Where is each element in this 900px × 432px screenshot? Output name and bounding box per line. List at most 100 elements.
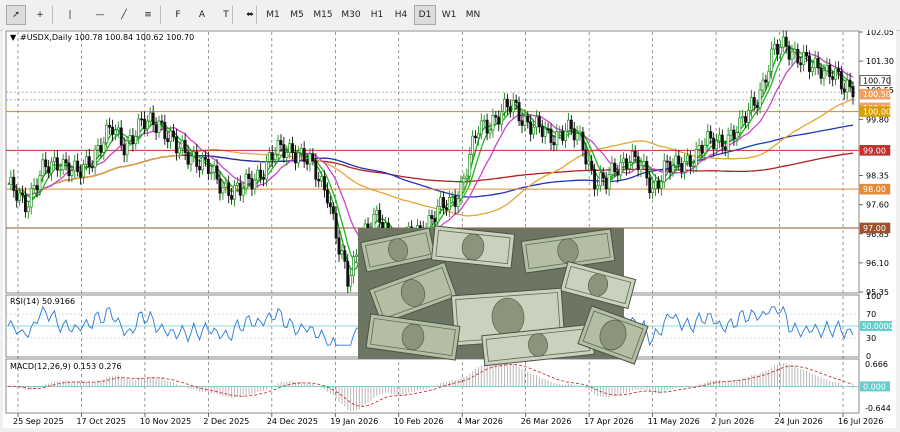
candle-body bbox=[741, 116, 745, 119]
timeframe-m1[interactable]: M1 bbox=[262, 5, 284, 25]
timeframe-h4[interactable]: H4 bbox=[390, 5, 412, 25]
candle-body bbox=[244, 173, 248, 190]
candle-body bbox=[198, 166, 202, 171]
candle-body bbox=[55, 157, 59, 171]
candle-body bbox=[549, 128, 553, 143]
candle-body bbox=[715, 140, 718, 150]
candle-body bbox=[21, 192, 24, 196]
equidistant-channel-icon[interactable]: ≡ bbox=[138, 5, 158, 25]
date-label: 10 Feb 2026 bbox=[394, 417, 444, 426]
candle-body bbox=[259, 169, 263, 179]
timeframe-m5[interactable]: M5 bbox=[286, 5, 308, 25]
date-label: 17 Oct 2025 bbox=[76, 417, 125, 426]
candle-body bbox=[834, 68, 838, 80]
candle-body bbox=[302, 148, 306, 162]
candle-body bbox=[189, 155, 193, 165]
candle-body bbox=[247, 173, 251, 179]
candle-body bbox=[738, 117, 742, 134]
candle-body bbox=[70, 170, 74, 177]
timeframe-d1[interactable]: D1 bbox=[414, 5, 436, 25]
candle-body bbox=[140, 118, 144, 121]
candle-body bbox=[677, 155, 681, 164]
candle-body bbox=[334, 213, 338, 239]
candle-body bbox=[508, 106, 512, 113]
chart-header: #USDX,Daily 100.78 100.84 100.62 100.70 bbox=[20, 33, 194, 42]
date-label: 25 Sep 2025 bbox=[13, 417, 64, 426]
candle-body bbox=[729, 129, 733, 136]
rsi-tick-label: 30 bbox=[866, 334, 876, 343]
candle-body bbox=[767, 71, 771, 83]
svg-text:100.70: 100.70 bbox=[863, 76, 891, 85]
crosshair-icon[interactable]: + bbox=[30, 5, 50, 25]
price-tick-label: 101.30 bbox=[866, 57, 894, 66]
candle-body bbox=[764, 79, 768, 83]
candle-body bbox=[822, 70, 826, 79]
candle-body bbox=[38, 175, 42, 191]
candle-body bbox=[616, 171, 620, 176]
svg-text:98.00: 98.00 bbox=[863, 185, 886, 194]
fibonacci-icon[interactable]: F bbox=[168, 5, 188, 25]
candle-body bbox=[529, 121, 533, 135]
candle-body bbox=[656, 180, 660, 189]
timeframe-m30[interactable]: M30 bbox=[338, 5, 364, 25]
candle-body bbox=[747, 109, 750, 123]
timeframe-w1[interactable]: W1 bbox=[438, 5, 460, 25]
rsi-title: RSI(14) 50.9166 bbox=[10, 297, 75, 306]
price-tick-label: 98.35 bbox=[866, 172, 889, 181]
candle-body bbox=[67, 162, 71, 177]
text-icon[interactable]: A bbox=[192, 5, 212, 25]
trendline-icon[interactable]: ╱ bbox=[114, 5, 134, 25]
price-chart[interactable]: ▼ #USDX,Daily 100.78 100.84 100.62 100.7… bbox=[3, 28, 896, 428]
candle-body bbox=[337, 237, 341, 255]
timeframe-mn[interactable]: MN bbox=[462, 5, 484, 25]
candle-body bbox=[215, 165, 219, 180]
macd-title: MACD(12,26,9) 0.153 0.276 bbox=[10, 362, 122, 371]
candle-body bbox=[816, 58, 820, 69]
candle-body bbox=[543, 128, 547, 137]
candle-body bbox=[267, 152, 271, 162]
timeframe-h1[interactable]: H1 bbox=[366, 5, 388, 25]
candle-body bbox=[235, 182, 239, 186]
level-tag-99-00: 99.00 bbox=[859, 145, 891, 156]
rsi-tick-label: 70 bbox=[866, 310, 876, 319]
cursor-icon[interactable]: ➚ bbox=[6, 5, 26, 25]
candle-body bbox=[157, 120, 161, 133]
candle-body bbox=[35, 185, 39, 191]
text-label-icon[interactable]: T bbox=[216, 5, 236, 25]
candle-body bbox=[770, 48, 774, 72]
candle-body bbox=[517, 102, 521, 122]
candle-body bbox=[314, 160, 318, 180]
chart-area[interactable]: ▼ #USDX,Daily 100.78 100.84 100.62 100.7… bbox=[3, 28, 896, 428]
candle-body bbox=[323, 176, 326, 191]
candle-body bbox=[212, 165, 216, 173]
candle-body bbox=[625, 158, 628, 169]
vertical-line-icon[interactable]: | bbox=[60, 5, 80, 25]
candle-body bbox=[773, 43, 777, 50]
current-price-tag: 100.70 bbox=[859, 75, 891, 86]
timeframe-m15[interactable]: M15 bbox=[310, 5, 336, 25]
arrow-shapes-icon[interactable]: ⬌ bbox=[240, 5, 260, 25]
candle-body bbox=[218, 178, 222, 194]
candle-body bbox=[648, 177, 652, 194]
candle-body bbox=[418, 225, 422, 229]
candle-body bbox=[340, 250, 344, 255]
candle-body bbox=[276, 140, 280, 155]
candle-body bbox=[726, 134, 730, 151]
candle-body bbox=[476, 133, 480, 139]
candle-body bbox=[581, 131, 585, 151]
candle-body bbox=[105, 124, 109, 144]
candle-body bbox=[352, 256, 355, 276]
candle-body bbox=[474, 135, 477, 139]
candle-body bbox=[732, 129, 736, 140]
candle-body bbox=[148, 112, 152, 122]
candle-body bbox=[134, 136, 138, 145]
candle-body bbox=[131, 135, 135, 145]
candle-body bbox=[447, 197, 451, 210]
candle-body bbox=[659, 181, 663, 189]
candle-body bbox=[256, 169, 260, 181]
horizontal-line-icon[interactable]: — bbox=[90, 5, 110, 25]
candle-body bbox=[64, 159, 68, 164]
candle-body bbox=[755, 104, 759, 108]
candle-body bbox=[163, 122, 167, 140]
level-tag-97-00: 97.00 bbox=[859, 222, 891, 234]
